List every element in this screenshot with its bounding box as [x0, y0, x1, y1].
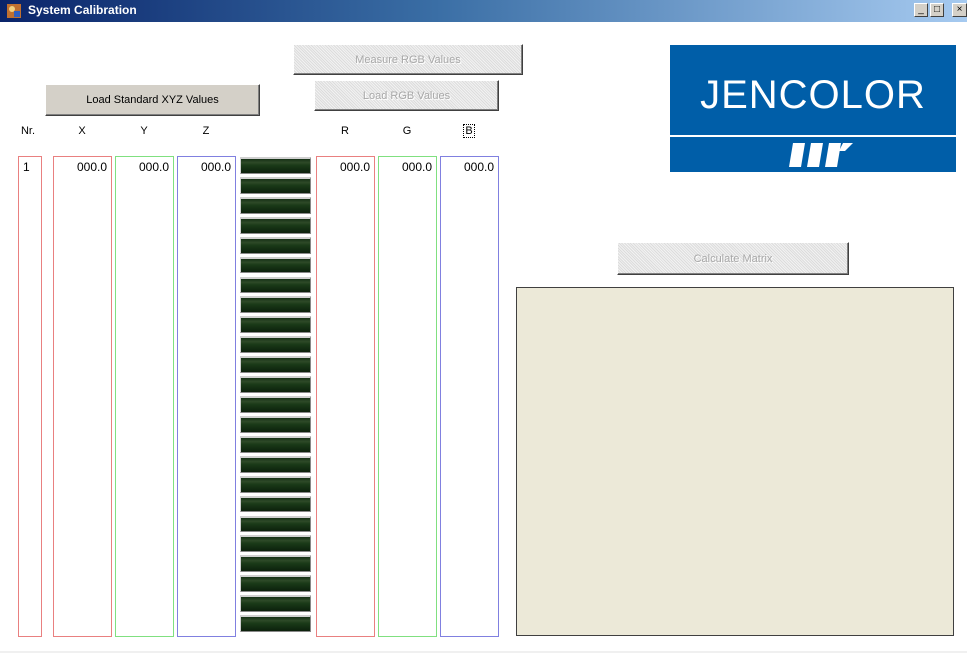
led-indicator: [240, 376, 311, 393]
led-indicator: [240, 157, 311, 174]
load-standard-xyz-button[interactable]: Load Standard XYZ Values: [45, 84, 260, 116]
led-indicator-stack: [240, 157, 311, 635]
load-standard-xyz-label: Load Standard XYZ Values: [86, 94, 219, 106]
led-indicator: [240, 316, 311, 334]
led-indicator: [240, 236, 311, 254]
logo-mark-icon: [789, 143, 853, 167]
header-b-label: B: [463, 124, 475, 138]
g-cell: 000.0: [401, 160, 432, 174]
header-r: R: [341, 125, 349, 137]
maximize-button[interactable]: □: [930, 3, 944, 17]
window-title: System Calibration: [28, 3, 137, 17]
led-indicator: [240, 535, 311, 553]
led-indicator: [240, 176, 311, 194]
header-x: X: [78, 125, 86, 137]
r-column[interactable]: 000.0: [316, 156, 375, 637]
led-indicator: [240, 595, 311, 613]
x-cell: 000.0: [76, 160, 107, 174]
app-icon: [7, 4, 21, 18]
header-y: Y: [140, 125, 148, 137]
nr-cell: 1: [23, 160, 30, 174]
led-indicator: [240, 396, 311, 413]
b-column[interactable]: 000.0: [440, 156, 499, 637]
led-indicator: [240, 256, 311, 274]
y-column[interactable]: 000.0: [115, 156, 174, 637]
measure-rgb-button[interactable]: Measure RGB Values: [293, 44, 523, 75]
led-indicator: [240, 435, 311, 453]
load-rgb-label: Load RGB Values: [362, 89, 451, 102]
led-indicator: [240, 475, 311, 493]
header-g: G: [402, 125, 412, 137]
led-indicator: [240, 336, 311, 354]
led-indicator: [240, 575, 311, 593]
led-indicator: [240, 615, 311, 632]
z-column[interactable]: 000.0: [177, 156, 236, 637]
led-indicator: [240, 196, 311, 214]
nr-column[interactable]: 1: [18, 156, 42, 637]
header-b: B: [441, 124, 497, 138]
led-indicator: [240, 455, 311, 473]
led-indicator: [240, 515, 311, 533]
measure-rgb-label: Measure RGB Values: [355, 53, 461, 66]
led-indicator: [240, 296, 311, 314]
led-indicator: [240, 415, 311, 433]
b-cell: 000.0: [463, 160, 494, 174]
calculate-matrix-button[interactable]: Calculate Matrix: [617, 242, 849, 275]
header-nr: Nr.: [20, 125, 36, 137]
g-column[interactable]: 000.0: [378, 156, 437, 637]
close-button[interactable]: ×: [952, 3, 967, 17]
calculate-matrix-label: Calculate Matrix: [693, 252, 773, 265]
minimize-button[interactable]: _: [914, 3, 928, 17]
jencolor-logo: JENCOLOR: [670, 45, 956, 172]
z-cell: 000.0: [200, 160, 231, 174]
y-cell: 000.0: [138, 160, 169, 174]
load-rgb-button[interactable]: Load RGB Values: [314, 80, 499, 111]
led-indicator: [240, 356, 311, 374]
title-bar: System Calibration _ □ ×: [0, 0, 967, 22]
led-indicator: [240, 495, 311, 513]
header-z: Z: [202, 125, 210, 137]
led-indicator: [240, 216, 311, 234]
led-indicator: [240, 555, 311, 573]
r-cell: 000.0: [339, 160, 370, 174]
matrix-output-panel: [516, 287, 954, 636]
logo-text: JENCOLOR: [700, 73, 926, 117]
x-column[interactable]: 000.0: [53, 156, 112, 637]
led-indicator: [240, 276, 311, 294]
